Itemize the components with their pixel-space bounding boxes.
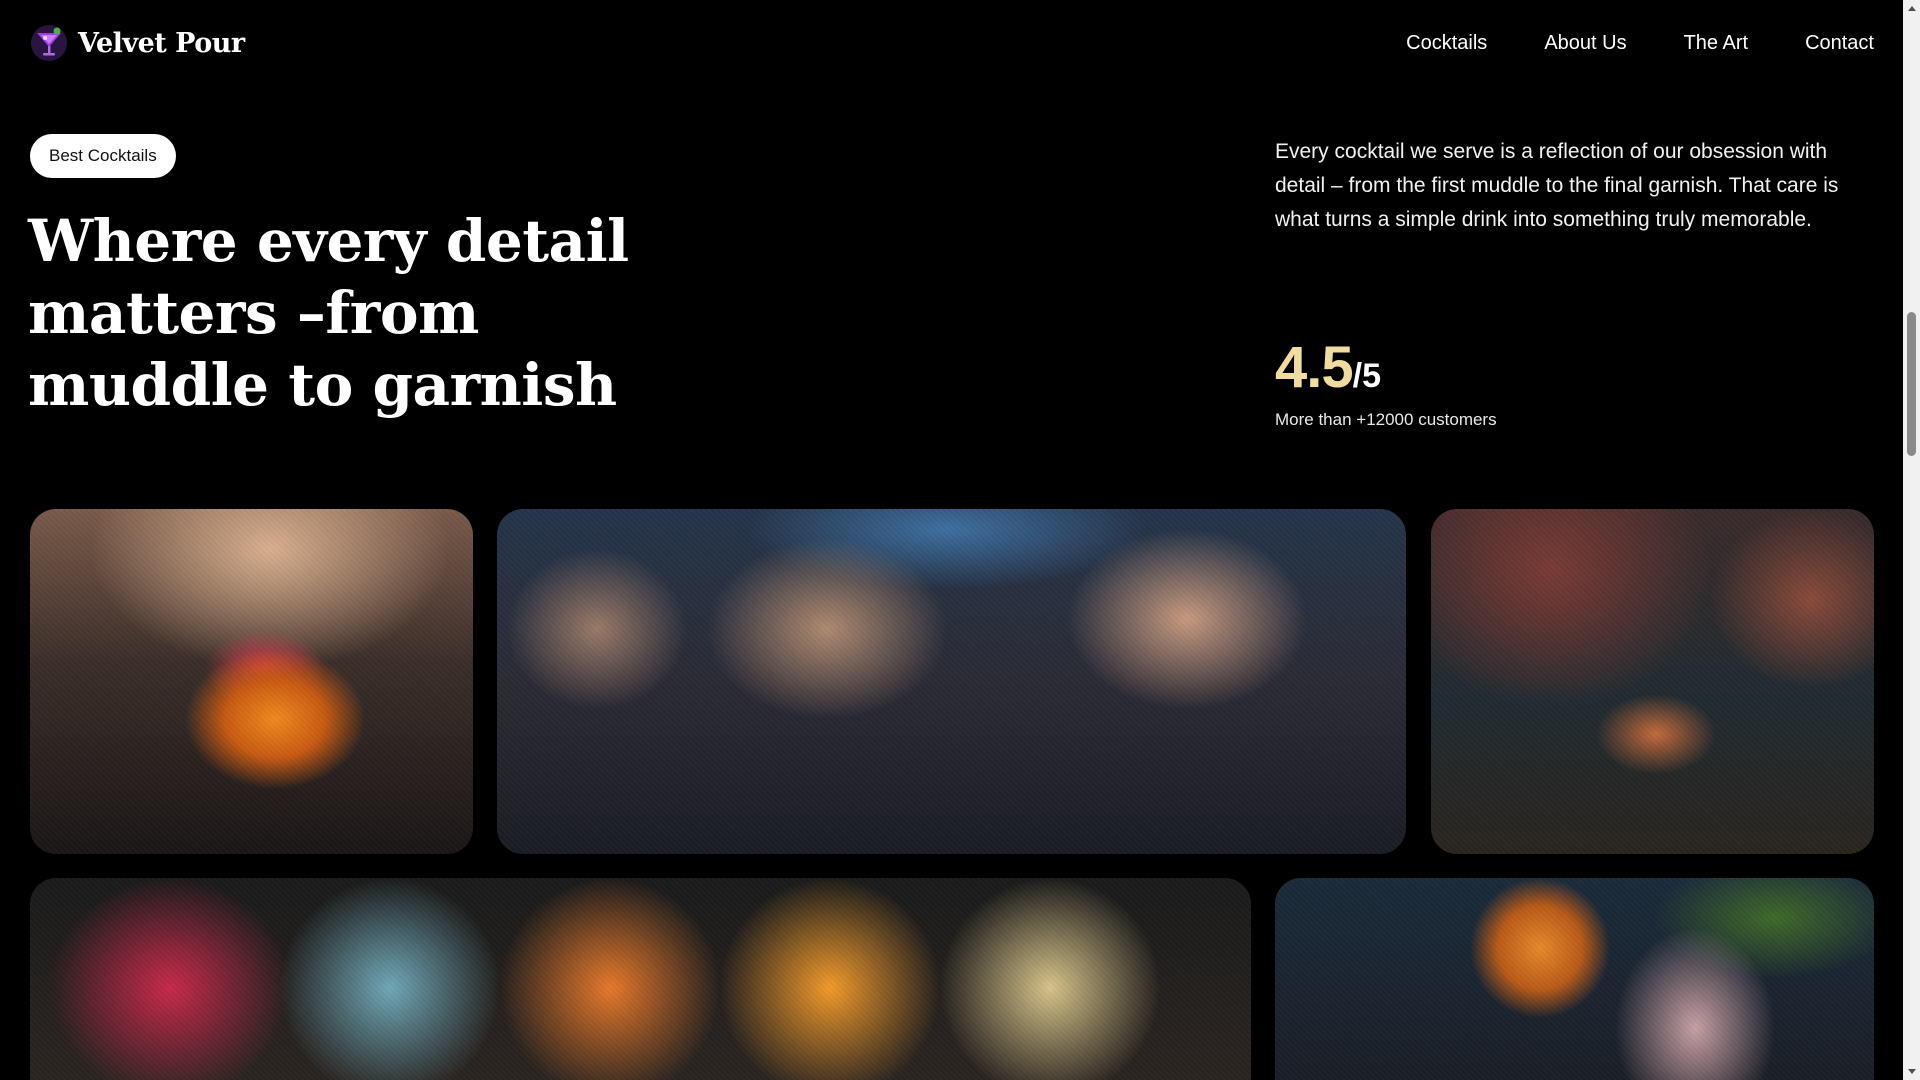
nav-link-cocktails[interactable]: Cocktails bbox=[1406, 32, 1487, 55]
nav-link-about-us[interactable]: About Us bbox=[1544, 32, 1626, 55]
gallery-image-bartender-garnish bbox=[30, 509, 473, 854]
hero-headline: Where every detail matters –from muddle … bbox=[28, 207, 629, 419]
gallery-image-bartender-straining bbox=[1431, 509, 1874, 854]
scroll-up-arrow[interactable] bbox=[1903, 0, 1920, 17]
best-cocktails-pill[interactable]: Best Cocktails bbox=[30, 134, 176, 178]
scrollbar-thumb[interactable] bbox=[1907, 312, 1916, 456]
gallery-image-cocktail-row bbox=[30, 878, 1251, 1080]
nav-link-the-art[interactable]: The Art bbox=[1684, 32, 1748, 55]
nav-link-contact[interactable]: Contact bbox=[1805, 32, 1874, 55]
rating-value: 4.5 bbox=[1275, 335, 1354, 400]
gallery-image-orange-cocktail bbox=[1275, 878, 1874, 1080]
brand-name: Velvet Pour bbox=[78, 27, 245, 59]
page: Velvet Pour Cocktails About Us The Art C… bbox=[0, 0, 1920, 1080]
scroll-down-arrow[interactable] bbox=[1903, 1063, 1920, 1080]
rating-total: /5 bbox=[1352, 357, 1381, 395]
vertical-scrollbar[interactable] bbox=[1903, 0, 1920, 1080]
main-nav: Cocktails About Us The Art Contact bbox=[1406, 32, 1874, 55]
gallery-image-friends-toasting bbox=[497, 509, 1406, 854]
site-header: Velvet Pour Cocktails About Us The Art C… bbox=[30, 22, 1874, 64]
rating: 4.5 /5 bbox=[1275, 334, 1381, 401]
rating-caption: More than +12000 customers bbox=[1275, 410, 1497, 429]
hero-description: Every cocktail we serve is a reflection … bbox=[1275, 140, 1839, 231]
brand-link[interactable]: Velvet Pour bbox=[30, 24, 245, 62]
cocktail-glass-icon bbox=[31, 25, 67, 61]
